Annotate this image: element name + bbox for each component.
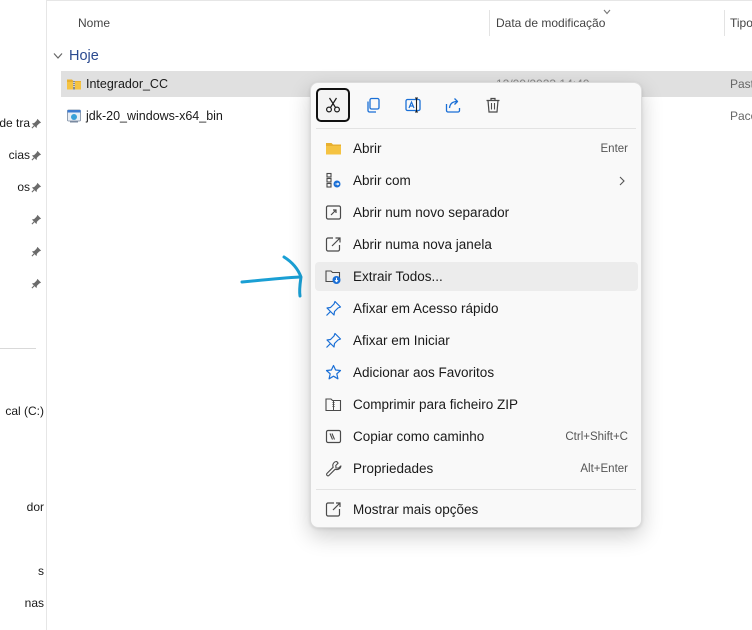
menu-item-label: Abrir [353,141,382,156]
pin-icon [31,182,42,193]
menu-item-shortcut: Alt+Enter [580,463,628,475]
wrench-icon [326,460,342,477]
file-type: Past [730,77,752,91]
nav-item-label: cias [8,148,30,162]
rename-button[interactable] [396,88,430,122]
menu-item-extract-all[interactable]: Extrair Todos... [315,262,638,291]
nav-item-label: cal (C:) [5,404,44,418]
open-with-icon [326,172,341,188]
menu-item-pin-start[interactable]: Afixar em Iniciar [315,326,638,355]
rename-icon [405,97,421,113]
nav-item-8[interactable]: dor [0,498,46,518]
new-tab-icon [325,205,342,220]
sort-chevron-icon [603,9,611,15]
chevron-right-icon [619,176,625,186]
nav-item-6[interactable] [0,274,46,294]
pin-icon [31,246,42,257]
menu-item-label: Adicionar aos Favoritos [353,365,495,380]
menu-item-label: Extrair Todos... [353,269,443,284]
menu-item-add-favorites[interactable]: Adicionar aos Favoritos [315,358,638,387]
pin-icon [31,118,42,129]
nav-item-2[interactable]: cias [0,146,46,166]
navigation-pane: de tra cias os cal (C:) dor s nas [0,0,47,630]
pin-icon [31,214,42,225]
pin-start-icon [326,332,342,348]
file-name: jdk-20_windows-x64_bin [86,109,223,123]
column-divider[interactable] [724,10,725,36]
menu-item-label: Afixar em Iniciar [353,333,450,348]
nav-item-3[interactable]: os [0,178,46,198]
group-label: Hoje [69,48,99,64]
menu-divider [316,128,636,129]
menu-item-label: Abrir com [353,173,411,188]
pin-icon [31,150,42,161]
menu-item-show-more-options[interactable]: Mostrar mais opções [315,495,638,524]
chevron-down-icon [53,53,63,59]
menu-item-shortcut: Enter [600,143,629,155]
more-options-icon [325,502,341,517]
folder-icon [326,143,341,155]
menu-item-label: Copiar como caminho [353,429,485,444]
copy-button[interactable] [356,88,390,122]
menu-divider [316,489,636,490]
nav-item-label: os [17,180,30,194]
nav-item-1[interactable]: de tra [0,114,46,134]
menu-item-open-new-tab[interactable]: Abrir num novo separador [315,198,638,227]
folder-zip-icon [67,79,81,90]
file-name: Integrador_CC [86,77,168,91]
nav-item-5[interactable] [0,242,46,262]
trash-icon [486,97,500,113]
copy-path-icon [325,429,342,444]
menu-item-open[interactable]: Abrir Enter [315,134,638,163]
share-icon [445,98,461,113]
installer-icon [67,109,81,123]
cut-button[interactable] [316,88,350,122]
menu-item-label: Afixar em Acesso rápido [353,301,499,316]
nav-item-local-disk[interactable]: cal (C:) [0,402,46,422]
delete-button[interactable] [476,88,510,122]
group-header-today[interactable]: Hoje [53,46,99,66]
column-header-name[interactable]: Nome [78,16,110,30]
scissors-icon [325,97,341,113]
menu-item-copy-as-path[interactable]: Copiar como caminho Ctrl+Shift+C [315,422,638,451]
menu-item-label: Mostrar mais opções [353,502,479,517]
menu-item-shortcut: Ctrl+Shift+C [565,431,628,443]
nav-item-label: dor [26,500,44,514]
menu-item-label: Abrir numa nova janela [353,237,492,252]
column-header-date[interactable]: Data de modificação [496,16,605,30]
annotation-arrow [240,255,303,298]
extract-icon [325,270,341,284]
menu-item-label: Comprimir para ficheiro ZIP [353,397,519,412]
pin-icon [31,278,42,289]
menu-item-compress-zip[interactable]: Comprimir para ficheiro ZIP [315,390,638,419]
nav-item-label: de tra [0,116,30,130]
copy-icon [367,97,380,113]
column-header-bar: Nome Data de modificação Tipo [47,0,752,40]
zip-icon [325,398,342,412]
pin-icon [326,300,342,316]
menu-item-label: Abrir num novo separador [353,205,510,220]
context-menu: Abrir Enter Abrir com Abrir num novo sep… [310,82,642,528]
menu-item-pin-quick-access[interactable]: Afixar em Acesso rápido [315,294,638,323]
menu-item-label: Propriedades [353,461,434,476]
nav-item-label: s [38,564,44,578]
menu-item-open-with[interactable]: Abrir com [315,166,638,195]
nav-item-10[interactable]: nas [0,594,46,614]
menu-item-open-new-window[interactable]: Abrir numa nova janela [315,230,638,259]
context-menu-toolbar [316,88,636,124]
nav-item-label: nas [24,596,44,610]
new-window-icon [325,237,341,252]
nav-divider [0,348,36,349]
menu-item-properties[interactable]: Propriedades Alt+Enter [315,454,638,483]
file-type: Paco [730,109,752,123]
column-header-type[interactable]: Tipo [730,16,752,30]
share-button[interactable] [436,88,470,122]
nav-item-9[interactable]: s [0,562,46,582]
nav-item-4[interactable] [0,210,46,230]
star-icon [325,364,342,380]
column-divider[interactable] [489,10,490,36]
